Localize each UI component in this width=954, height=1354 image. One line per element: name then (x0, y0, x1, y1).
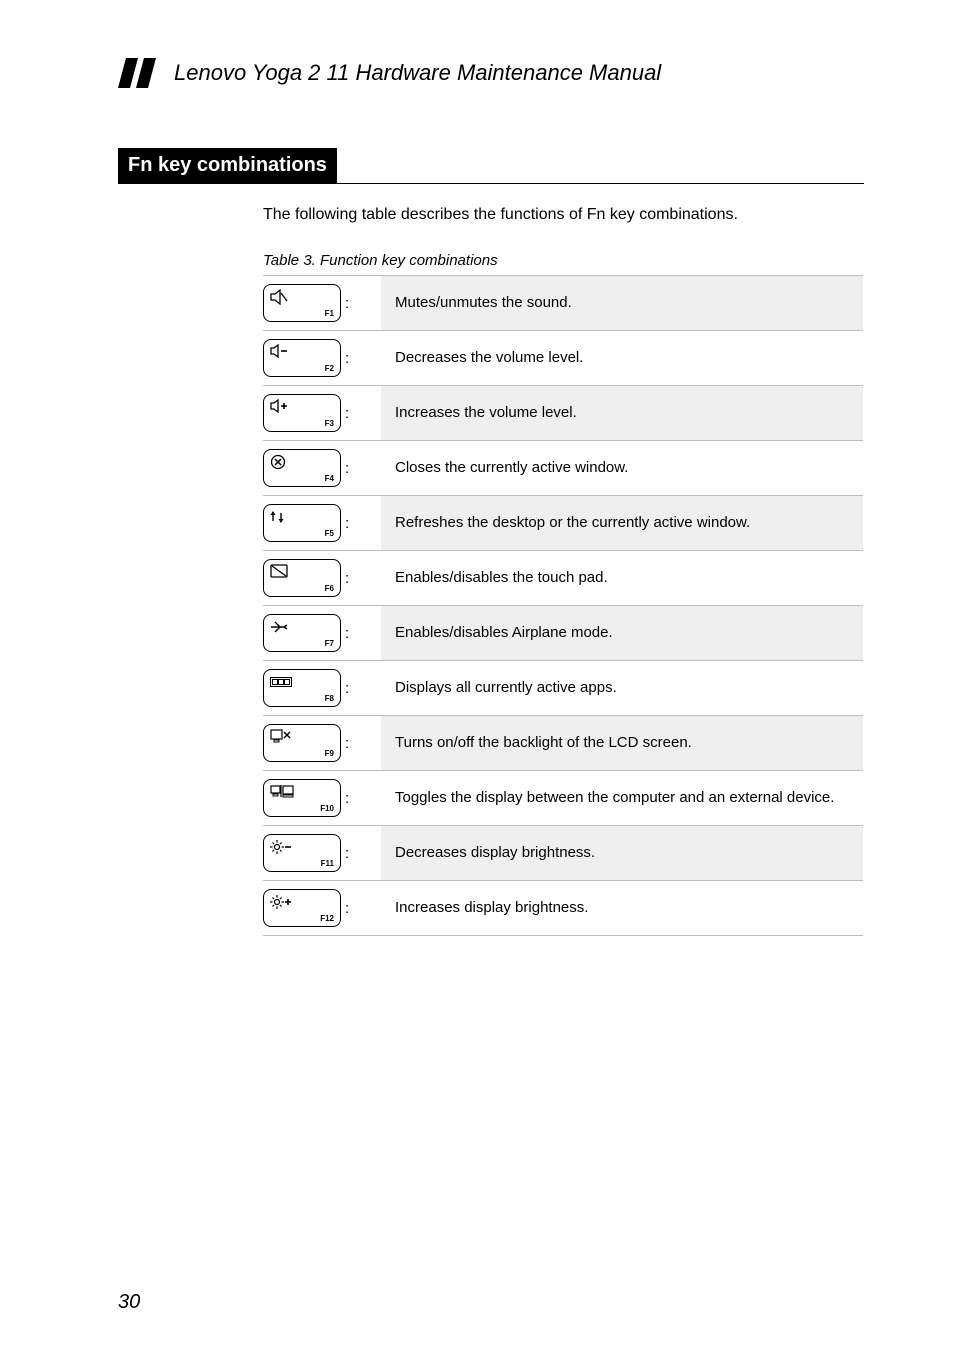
section-rule (118, 183, 864, 184)
page: Lenovo Yoga 2 11 Hardware Maintenance Ma… (0, 0, 954, 1354)
colon: : (345, 900, 349, 917)
keycap-label: F6 (325, 584, 334, 593)
keycap-f11: F11 (263, 834, 341, 872)
volume-down-icon (270, 344, 290, 363)
close-window-icon (270, 454, 286, 475)
fn-description: Turns on/off the backlight of the LCD sc… (381, 716, 863, 771)
table-row: F1 : Mutes/unmutes the sound. (263, 276, 863, 331)
logo-slashes-icon (118, 58, 164, 88)
refresh-icon (270, 509, 288, 530)
table-row: F8 : Displays all currently active apps. (263, 661, 863, 716)
intro-text: The following table describes the functi… (263, 206, 864, 224)
colon: : (345, 735, 349, 752)
table-row: F12 : Increases display brightness. (263, 881, 863, 936)
table-row: F9 : Turns on/off the backlight of the L… (263, 716, 863, 771)
page-number: 30 (118, 1291, 140, 1314)
keycap-f12: F12 (263, 889, 341, 927)
colon: : (345, 680, 349, 697)
volume-up-icon (270, 399, 290, 418)
fn-description: Decreases the volume level. (381, 331, 863, 386)
keycap-label: F10 (320, 804, 334, 813)
table-caption: Table 3. Function key combinations (263, 252, 864, 269)
keycap-label: F12 (320, 914, 334, 923)
table-row: F6 : Enables/disables the touch pad. (263, 551, 863, 606)
table-row: F7 : Enables/disables Airplane mode. (263, 606, 863, 661)
keycap-f6: F6 (263, 559, 341, 597)
colon: : (345, 460, 349, 477)
active-apps-icon (270, 674, 292, 692)
fn-description: Enables/disables the touch pad. (381, 551, 863, 606)
fn-description: Refreshes the desktop or the currently a… (381, 496, 863, 551)
colon: : (345, 845, 349, 862)
fn-description: Mutes/unmutes the sound. (381, 276, 863, 331)
fn-description: Closes the currently active window. (381, 441, 863, 496)
fn-description: Decreases display brightness. (381, 826, 863, 881)
keycap-label: F5 (325, 529, 334, 538)
display-toggle-icon (270, 784, 294, 803)
document-header: Lenovo Yoga 2 11 Hardware Maintenance Ma… (118, 58, 864, 88)
table-row: F11 : Decreases display brightness. (263, 826, 863, 881)
section-heading: Fn key combinations (118, 148, 337, 183)
keycap-f2: F2 (263, 339, 341, 377)
keycap-label: F3 (325, 419, 334, 428)
keycap-f9: F9 (263, 724, 341, 762)
keycap-f7: F7 (263, 614, 341, 652)
fn-description: Toggles the display between the computer… (381, 771, 863, 826)
keycap-f5: F5 (263, 504, 341, 542)
keycap-label: F1 (325, 309, 334, 318)
keycap-label: F11 (321, 859, 334, 868)
table-row: F3 : Increases the volume level. (263, 386, 863, 441)
fn-description: Increases the volume level. (381, 386, 863, 441)
colon: : (345, 790, 349, 807)
section-heading-wrapper: Fn key combinations (118, 148, 864, 184)
keycap-f10: F10 (263, 779, 341, 817)
keycap-f8: F8 (263, 669, 341, 707)
document-title: Lenovo Yoga 2 11 Hardware Maintenance Ma… (174, 60, 661, 86)
keycap-label: F2 (325, 364, 334, 373)
touchpad-icon (270, 564, 288, 583)
keycap-label: F4 (325, 474, 334, 483)
fn-description: Enables/disables Airplane mode. (381, 606, 863, 661)
keycap-label: F7 (325, 639, 334, 648)
colon: : (345, 350, 349, 367)
colon: : (345, 405, 349, 422)
colon: : (345, 295, 349, 312)
colon: : (345, 625, 349, 642)
keycap-label: F9 (325, 749, 334, 758)
keycap-f1: F1 (263, 284, 341, 322)
fn-description: Increases display brightness. (381, 881, 863, 936)
mute-icon (270, 289, 288, 310)
colon: : (345, 570, 349, 587)
table-row: F5 : Refreshes the desktop or the curren… (263, 496, 863, 551)
airplane-icon (270, 619, 288, 640)
keycap-f3: F3 (263, 394, 341, 432)
table-row: F4 : Closes the currently active window. (263, 441, 863, 496)
brightness-up-icon (270, 894, 292, 915)
colon: : (345, 515, 349, 532)
keycap-f4: F4 (263, 449, 341, 487)
fn-description: Displays all currently active apps. (381, 661, 863, 716)
table-row: F2 : Decreases the volume level. (263, 331, 863, 386)
fn-key-table: F1 : Mutes/unmutes the sound. (263, 275, 863, 936)
keycap-label: F8 (325, 694, 334, 703)
backlight-off-icon (270, 729, 292, 748)
brightness-down-icon (270, 839, 292, 860)
table-row: F10 : Toggles the display between the co… (263, 771, 863, 826)
